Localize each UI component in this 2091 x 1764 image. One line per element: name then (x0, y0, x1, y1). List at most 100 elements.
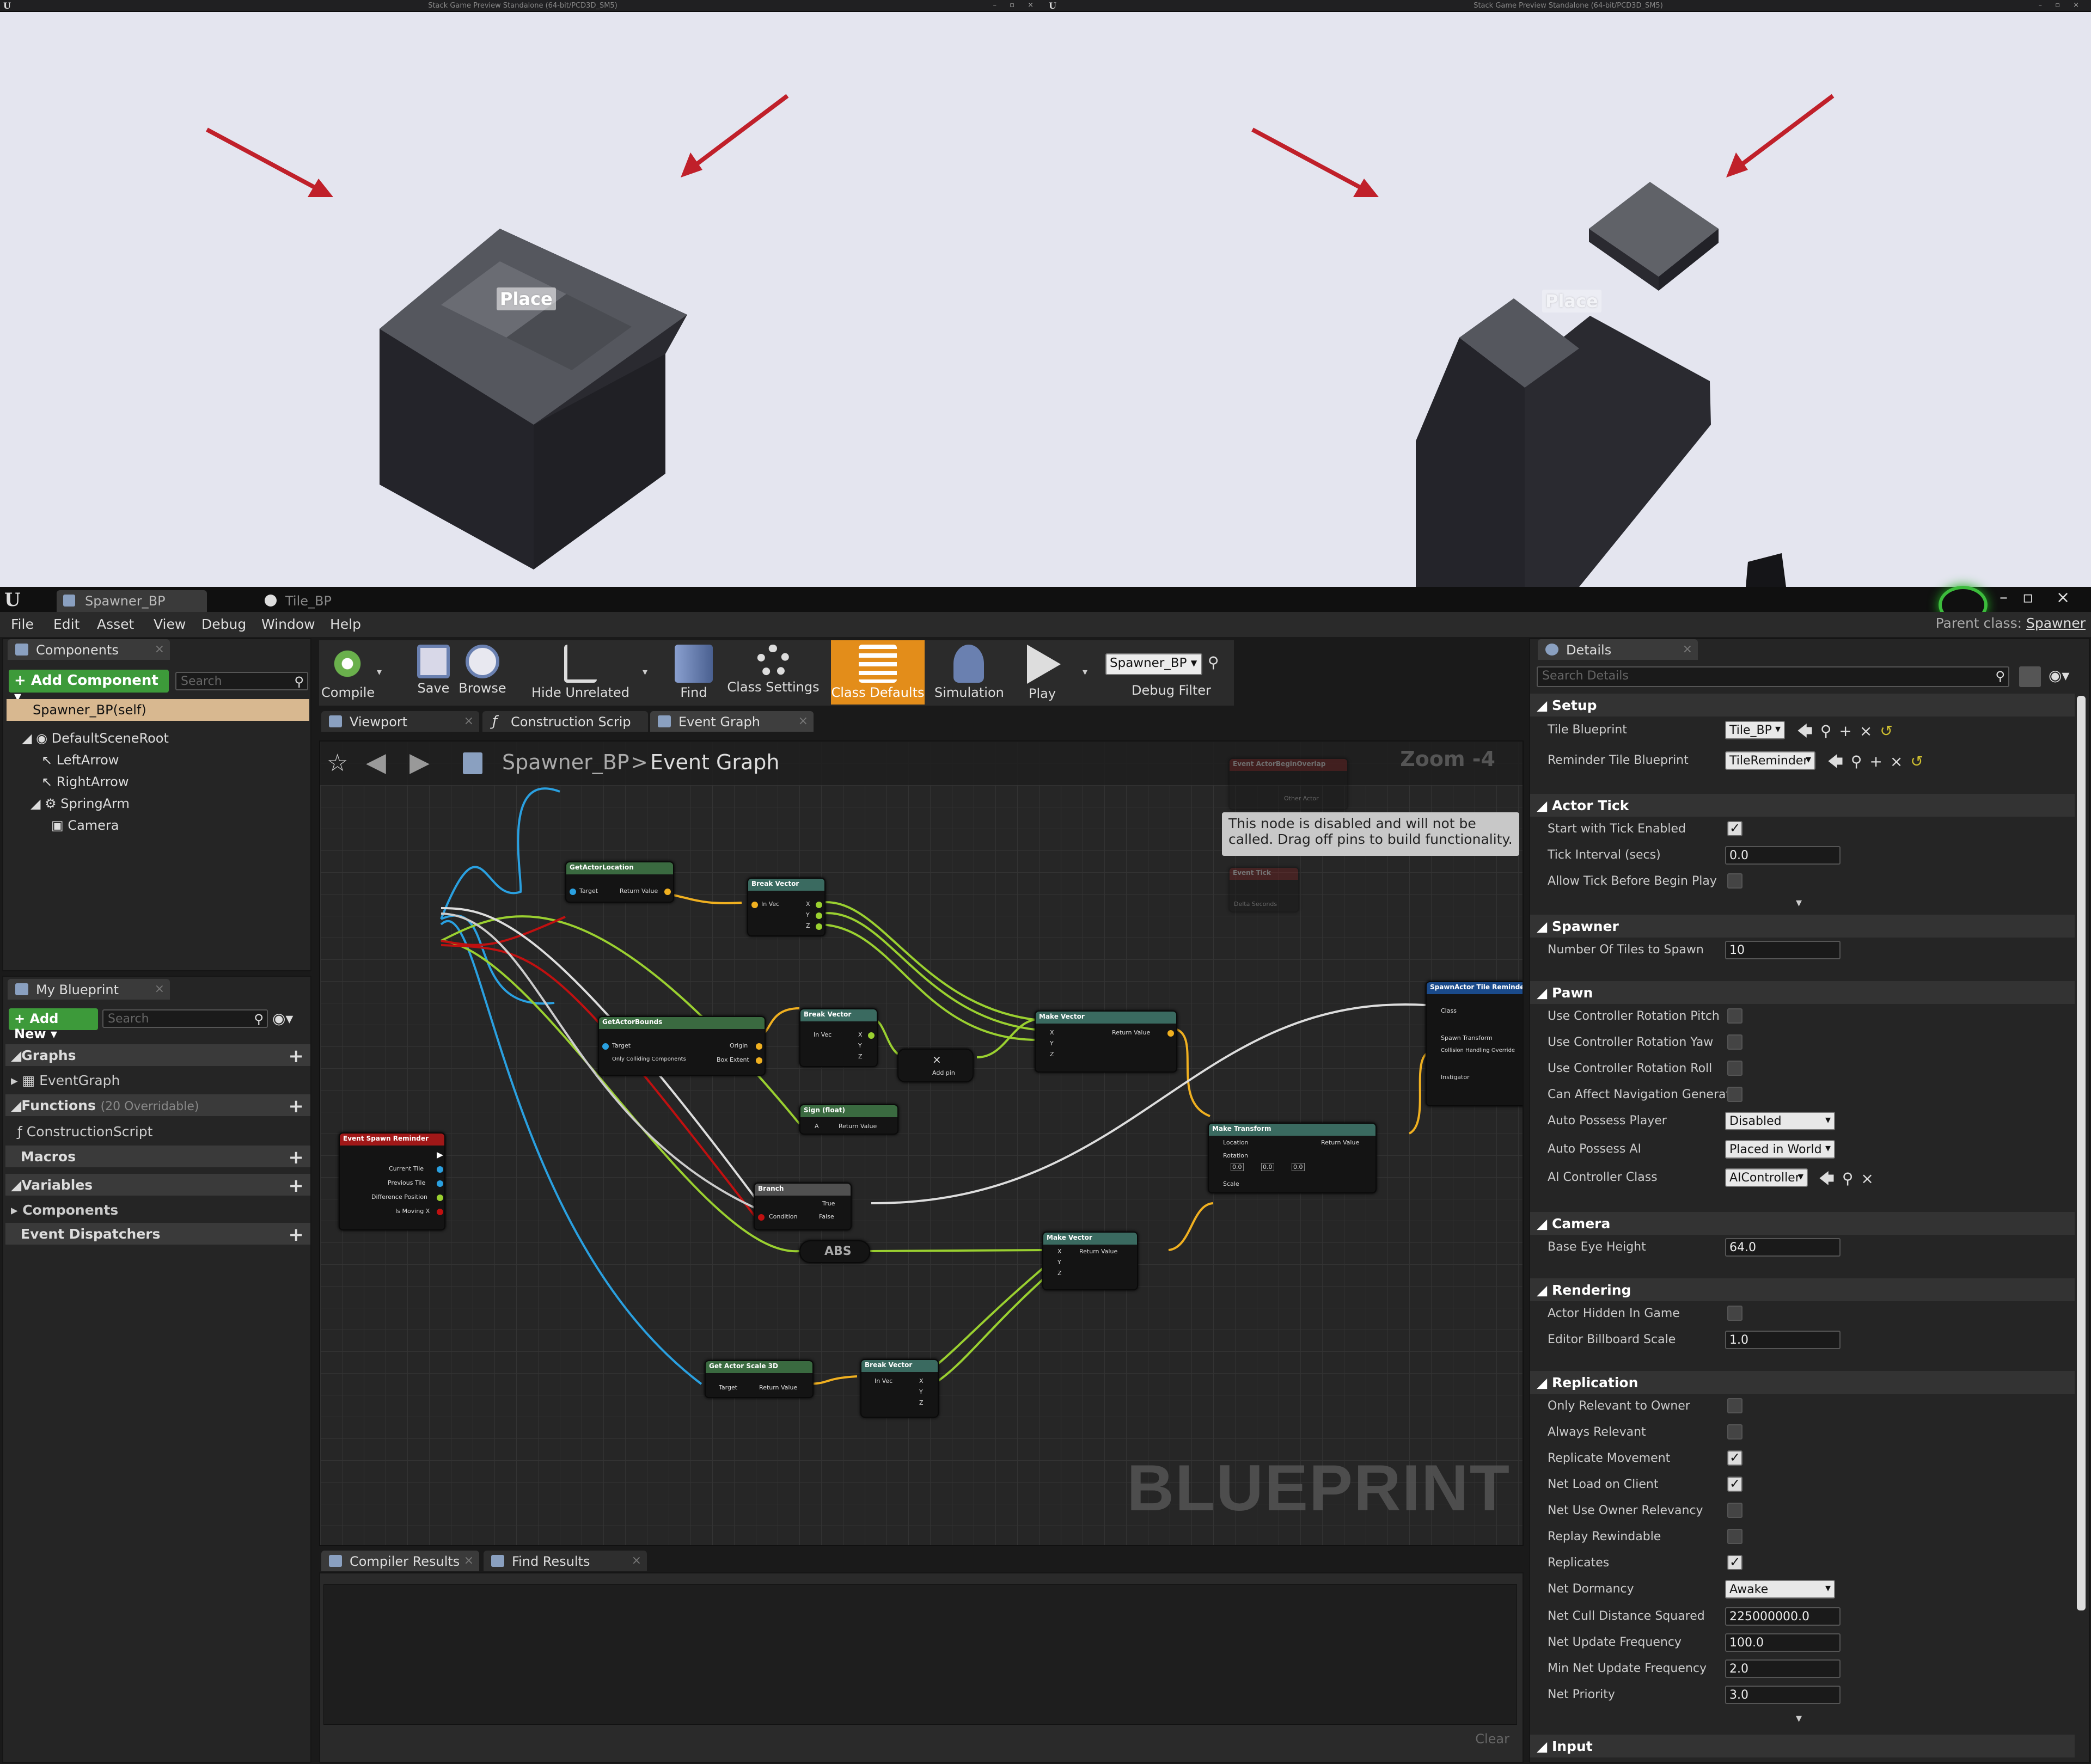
left-game-preview[interactable]: U Stack Game Preview Standalone (64-bit/… (0, 0, 1046, 587)
hide-unrelated-dropdown[interactable]: ▾ (643, 666, 647, 678)
event-graph-item[interactable]: ▸ ▦ EventGraph (11, 1073, 120, 1088)
net-cull-input[interactable]: 225000000.0 (1725, 1607, 1841, 1626)
parent-class-link[interactable]: Spawner (2026, 615, 2086, 631)
clear-button[interactable]: Clear (1475, 1731, 1509, 1747)
base-eye-height-input[interactable]: 64.0 (1725, 1238, 1841, 1257)
hide-unrelated-button[interactable]: Hide Unrelated (531, 640, 629, 705)
pin-rotation-z[interactable]: 0.0 (1292, 1163, 1305, 1171)
menu-file[interactable]: File (11, 616, 34, 632)
pin-dot[interactable] (816, 902, 822, 908)
compile-options-dropdown[interactable]: ▾ (377, 666, 382, 678)
pin-dot[interactable] (756, 1057, 762, 1064)
construction-script-item[interactable]: ƒ ConstructionScript (17, 1124, 152, 1140)
node-event-actor-begin-overlap[interactable]: Event ActorBeginOverlap Other Actor (1228, 758, 1348, 810)
pin-dot[interactable] (602, 1043, 609, 1050)
browse-button[interactable]: Browse (456, 640, 509, 705)
add-new-button[interactable]: + Add New ▾ (9, 1008, 98, 1042)
tree-item-left-arrow[interactable]: ↖ LeftArrow (41, 752, 119, 768)
net-use-owner-checkbox[interactable] (1727, 1503, 1742, 1518)
add-variable-icon[interactable]: + (289, 1175, 304, 1197)
breadcrumb-root[interactable]: Spawner_BP (502, 750, 629, 774)
tab-tile-bp[interactable]: Tile_BP (257, 590, 407, 612)
variables-section[interactable]: ◢Variables + (5, 1174, 310, 1197)
node-event-tick[interactable]: Event Tick Delta Seconds (1228, 867, 1299, 912)
node-get-actor-location[interactable]: GetActorLocation Target Return Value (565, 861, 674, 903)
node-make-vector-2[interactable]: Make Vector X Y Z Return Value (1042, 1232, 1138, 1290)
event-dispatchers-section[interactable]: Event Dispatchers + (5, 1223, 310, 1246)
close-icon[interactable]: × (2056, 588, 2070, 607)
section-replication[interactable]: ◢ Replication (1530, 1371, 2075, 1394)
pin-dot[interactable] (437, 1166, 443, 1173)
details-search-input[interactable]: Search Details ⚲ (1537, 666, 2009, 687)
favorite-star-icon[interactable]: ☆ (327, 749, 348, 777)
number-of-tiles-input[interactable]: 10 (1725, 941, 1841, 959)
class-actions-icon[interactable]: 🡄⚲× (1819, 1167, 1881, 1193)
debug-search-icon[interactable]: ⚲ (1208, 653, 1219, 671)
pin-dot[interactable] (437, 1209, 443, 1215)
maximize-icon[interactable]: ▫ (2022, 588, 2033, 607)
section-actor-tick[interactable]: ◢ Actor Tick (1530, 794, 2075, 817)
pin-dot[interactable] (816, 912, 822, 919)
minimize-icon[interactable]: – (2000, 588, 2008, 607)
auto-possess-player-select[interactable]: Disabled ▾ (1725, 1112, 1835, 1130)
pin-dot[interactable] (1167, 1030, 1174, 1037)
node-make-transform[interactable]: Make Transform Location Rotation 0.0 0.0… (1208, 1123, 1377, 1193)
grid-view-icon[interactable] (2019, 666, 2041, 687)
can-affect-nav-checkbox[interactable] (1727, 1087, 1742, 1102)
expand-advanced-icon[interactable]: ▾ (1796, 1712, 1802, 1725)
tree-item-right-arrow[interactable]: ↖ RightArrow (41, 774, 129, 789)
close-tab-icon[interactable]: × (464, 714, 474, 728)
macros-section[interactable]: Macros + (5, 1146, 310, 1168)
menu-help[interactable]: Help (330, 616, 361, 632)
pin-dot[interactable] (437, 1195, 443, 1201)
simulation-button[interactable]: Simulation (934, 640, 1004, 705)
find-button[interactable]: Find (668, 640, 720, 705)
node-branch[interactable]: Branch True Condition False (754, 1183, 852, 1230)
node-abs[interactable]: ABS (799, 1240, 870, 1263)
pin-rotation-x[interactable]: 0.0 (1231, 1163, 1244, 1171)
replicates-checkbox[interactable]: ✓ (1727, 1555, 1742, 1570)
menu-asset[interactable]: Asset (97, 616, 134, 632)
pin-dot[interactable] (816, 923, 822, 930)
ai-controller-select[interactable]: AIController ▾ (1725, 1168, 1808, 1187)
node-get-actor-scale-3d[interactable]: Get Actor Scale 3D Target Return Value (705, 1360, 814, 1398)
node-break-vector-1[interactable]: Break Vector In Vec X Y Z (747, 878, 826, 936)
pin-rotation-y[interactable]: 0.0 (1261, 1163, 1274, 1171)
menu-edit[interactable]: Edit (53, 616, 80, 632)
tab-details[interactable]: Details × (1538, 639, 1698, 660)
pin-dot[interactable] (570, 889, 576, 895)
class-settings-button[interactable]: Class Settings (725, 640, 821, 705)
class-defaults-button[interactable]: Class Defaults (831, 640, 925, 705)
start-with-tick-checkbox[interactable]: ✓ (1727, 821, 1742, 836)
actor-hidden-checkbox[interactable] (1727, 1306, 1742, 1321)
asset-actions-icon[interactable]: 🡄⚲+×↺ (1827, 750, 1931, 776)
tab-compiler-results[interactable]: Compiler Results × (321, 1551, 479, 1571)
reminder-tile-select[interactable]: TileReminder ▾ (1725, 751, 1815, 770)
tab-my-blueprint[interactable]: My Blueprint × (8, 979, 170, 1000)
section-pawn[interactable]: ◢ Pawn (1530, 981, 2075, 1004)
pin-other-actor[interactable]: Other Actor (1284, 795, 1319, 802)
back-arrow-icon[interactable]: ◀ (366, 747, 386, 777)
save-button[interactable]: Save (412, 640, 455, 705)
pin-dot[interactable] (756, 1043, 762, 1050)
editor-billboard-input[interactable]: 1.0 (1725, 1331, 1841, 1349)
expand-advanced-icon[interactable]: ▾ (1796, 896, 1802, 910)
section-spawner[interactable]: ◢ Spawner (1530, 915, 2075, 938)
close-tab-icon[interactable]: × (632, 1554, 641, 1567)
node-make-vector-1[interactable]: Make Vector X Y Z Return Value (1035, 1010, 1177, 1073)
my-blueprint-search-input[interactable]: Search ⚲ (102, 1009, 268, 1028)
forward-arrow-icon[interactable]: ▶ (409, 747, 430, 777)
self-component-row[interactable]: Spawner_BP(self) (7, 699, 309, 721)
net-update-freq-input[interactable]: 100.0 (1725, 1633, 1841, 1652)
add-macro-icon[interactable]: + (289, 1147, 304, 1168)
pin-dot[interactable] (437, 1180, 443, 1187)
node-event-spawn-reminder[interactable]: Event Spawn Reminder Current Tile Previo… (339, 1132, 445, 1230)
close-tab-icon[interactable]: × (798, 714, 808, 728)
components-category[interactable]: ▸ Components (11, 1202, 118, 1218)
allow-tick-checkbox[interactable] (1727, 873, 1742, 889)
tick-interval-input[interactable]: 0.0 (1725, 846, 1841, 865)
use-ctrl-roll-checkbox[interactable] (1727, 1061, 1742, 1076)
tab-find-results[interactable]: Find Results × (484, 1551, 647, 1571)
pin-dot[interactable] (664, 889, 671, 895)
section-input[interactable]: ◢ Input (1530, 1735, 2075, 1757)
